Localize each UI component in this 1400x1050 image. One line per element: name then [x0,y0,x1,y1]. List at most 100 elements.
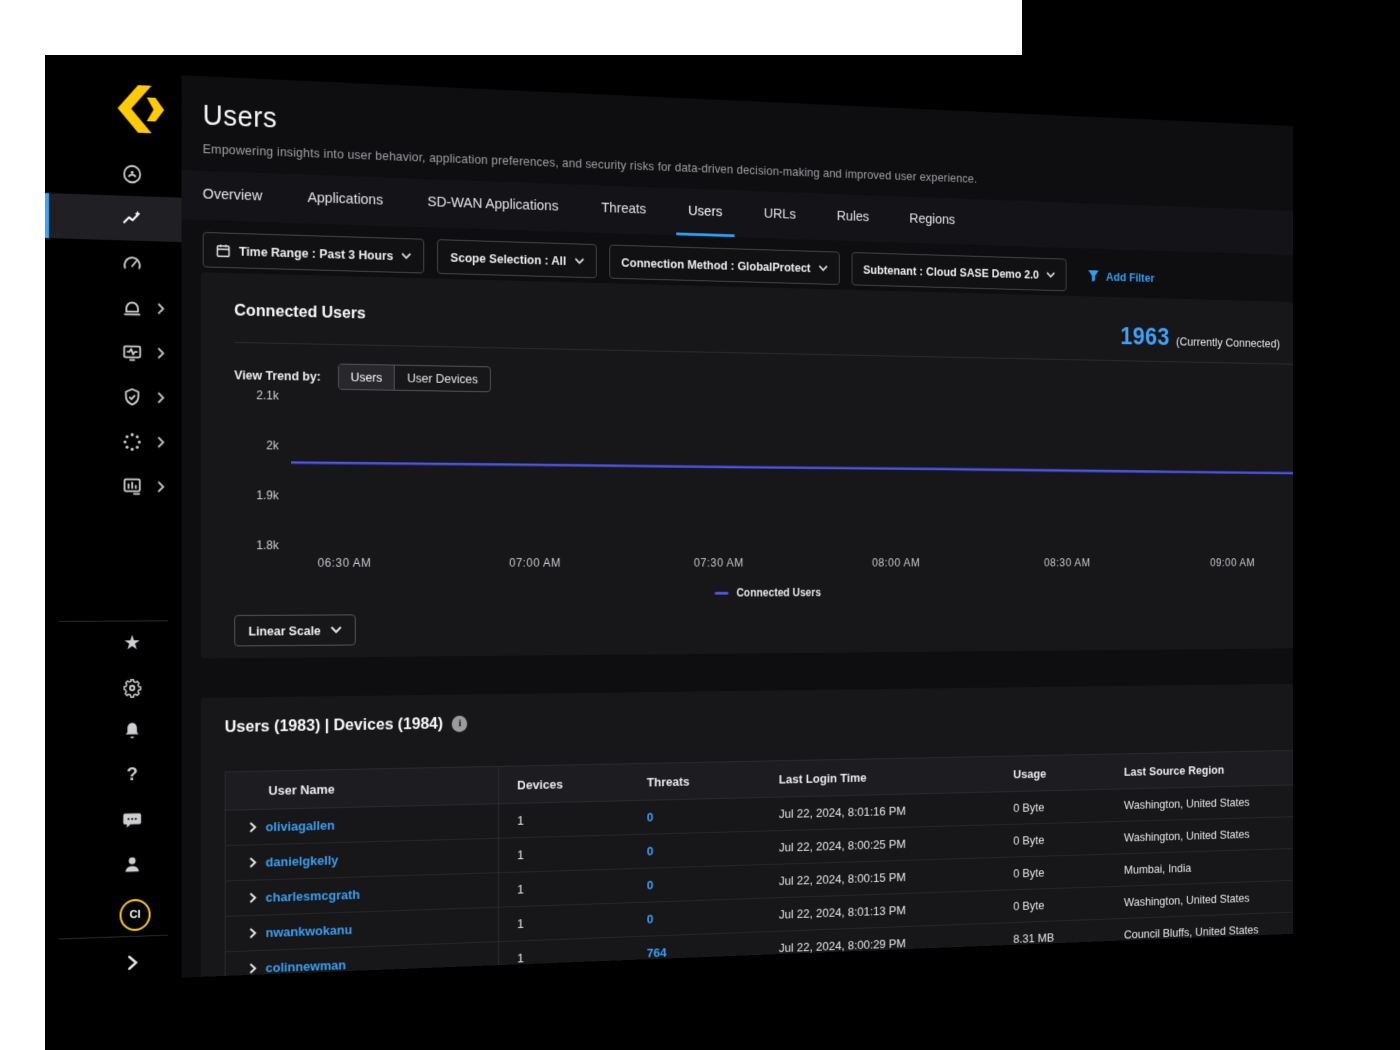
connection-method-filter[interactable]: Connection Method : GlobalProtect [609,244,840,284]
connected-users-title: Connected Users [234,301,366,324]
sidebar-item-notifications[interactable]: 9+ [45,707,182,754]
row-expand-icon[interactable] [248,892,257,903]
chat-bubble-icon [121,808,142,830]
user-link[interactable]: charlesmcgrath [266,887,360,905]
tab-threats[interactable]: Threats [589,185,659,235]
shield-check-icon [121,386,142,408]
time-range-filter[interactable]: Time Range : Past 3 Hours [203,232,425,274]
sidebar-item-favorites[interactable]: ★ [45,620,182,666]
column-header-last-login[interactable]: Last Login Time [762,756,997,797]
main-content: Users Empowering insights into user beha… [182,75,1294,977]
scale-selector[interactable]: Linear Scale [234,614,355,646]
threats-link[interactable]: 0 [647,844,654,858]
threats-link[interactable]: 0 [647,810,654,824]
avatar: CI [120,898,151,931]
y-axis-tick: 1.8k [233,538,279,552]
alarm-icon [121,296,142,318]
x-axis-tick: 06:30 AM [318,556,372,570]
devices-cell: 1 [499,903,630,942]
devices-cell: 1 [499,835,630,873]
bell-icon: 9+ [121,719,142,741]
sidebar-item-operations[interactable] [45,328,182,375]
tab-sdwan-applications[interactable]: SD-WAN Applications [414,179,570,232]
panel-backdrop-corner [1022,0,1400,56]
column-header-devices[interactable]: Devices [499,764,630,804]
user-link[interactable]: oliviagallen [266,818,335,834]
operations-pulse-icon [121,341,142,363]
tab-rules[interactable]: Rules [825,194,881,242]
row-expand-icon[interactable] [248,857,257,868]
star-icon: ★ [121,632,142,654]
tab-applications[interactable]: Applications [294,174,396,226]
subtenant-filter[interactable]: Subtenant : Cloud SASE Demo 2.0 [851,252,1066,291]
y-axis-tick: 2k [233,438,279,452]
time-range-value: Time Range : Past 3 Hours [239,243,393,262]
funnel-icon [1088,269,1100,282]
legend-line-swatch [715,591,729,594]
column-header-region[interactable]: Last Source Region [1108,748,1293,790]
sidebar-item-reports[interactable] [45,463,182,509]
row-expand-icon[interactable] [248,928,257,939]
usage-cell: 0 Byte [997,789,1108,824]
scale-value: Linear Scale [248,623,320,638]
row-expand-icon[interactable] [248,963,257,974]
usage-cell: 0 Byte [997,822,1108,858]
chevron-right-icon [156,480,165,492]
sidebar-item-user-profile[interactable] [45,840,182,889]
column-header-threats[interactable]: Threats [629,761,761,801]
threats-link[interactable]: 0 [647,878,654,892]
column-header-user-name[interactable]: User Name [225,766,498,810]
add-filter-button[interactable]: Add Filter [1088,269,1155,284]
info-icon[interactable]: i [452,715,468,732]
sidebar-item-security[interactable] [45,373,182,420]
sidebar-item-incidents[interactable] [45,283,182,331]
threats-link[interactable]: 0 [647,912,654,926]
threats-link[interactable]: 764 [647,945,667,960]
connected-count: 1963 [1120,322,1169,351]
chart-legend: Connected Users [715,586,821,599]
sidebar-item-command-center[interactable] [45,148,182,198]
sidebar-item-monitor[interactable] [45,238,182,287]
connected-users-stat: 1963 (Currently Connected) [1120,322,1280,353]
chevron-down-icon [330,626,341,634]
user-link[interactable]: danielgkelly [266,853,339,870]
report-chart-icon [121,475,142,497]
sidebar-item-feedback[interactable] [45,796,182,844]
user-link[interactable]: nwankwokanu [266,922,353,940]
connected-count-note: (Currently Connected) [1176,335,1280,351]
tab-users[interactable]: Users [676,188,734,237]
dotted-circle-icon [121,430,142,452]
tab-regions[interactable]: Regions [898,196,967,244]
gear-icon [121,676,142,698]
devices-cell: 1 [499,801,630,839]
chevron-down-icon [1046,271,1055,278]
speedometer-icon [121,252,142,274]
x-axis-tick: 08:30 AM [1044,556,1091,569]
brand-logo-icon[interactable] [115,84,167,134]
chevron-right-icon [156,347,165,359]
row-expand-icon[interactable] [248,822,257,833]
chevron-right-icon [156,302,165,314]
sidebar-expand-button[interactable] [45,938,182,983]
sidebar-item-service-setup[interactable] [45,418,182,464]
chevron-down-icon [574,257,584,264]
usage-cell: 0 Byte [997,887,1108,924]
view-trend-label: View Trend by: [234,367,321,383]
chevron-right-icon [121,951,142,974]
chevron-right-icon [156,391,165,403]
command-center-icon [121,162,142,185]
sidebar-item-tenant-avatar[interactable]: CI [45,891,182,940]
connection-method-value: Connection Method : GlobalProtect [621,255,810,275]
devices-cell: 1 [499,869,630,907]
tab-urls[interactable]: URLs [752,191,808,240]
scope-selection-filter[interactable]: Scope Selection : All [438,239,597,278]
tab-overview[interactable]: Overview [189,170,275,222]
x-axis-tick: 07:00 AM [509,556,561,569]
users-table-card: Users (1983) | Devices (1984) i User Nam… [201,684,1293,983]
sidebar-item-settings[interactable] [45,665,182,711]
column-header-usage[interactable]: Usage [997,754,1108,792]
x-axis-tick: 09:00 AM [1210,556,1255,568]
sidebar-item-activity-insights[interactable] [45,193,182,242]
activity-insights-icon [121,207,142,230]
sidebar-item-help[interactable]: ? [45,752,182,799]
